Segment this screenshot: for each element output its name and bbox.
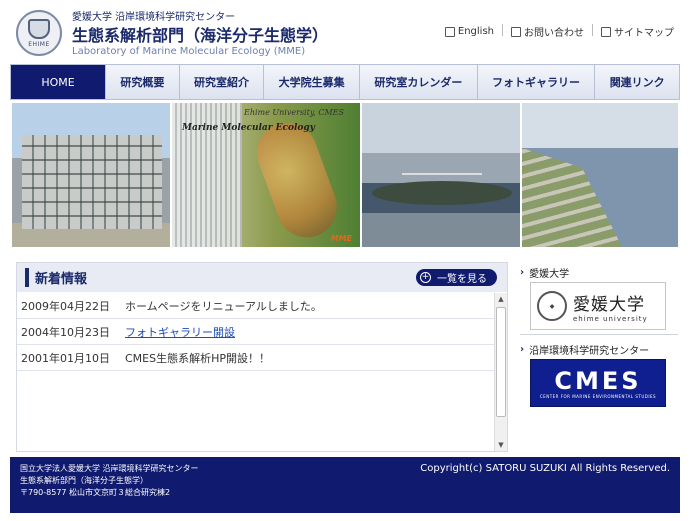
ehime-logo-en: ehime university <box>573 314 648 323</box>
cmes-subtitle: CENTER FOR MARINE ENVIRONMENTAL STUDIES <box>539 393 657 399</box>
news-date: 2001年01月10日 <box>21 351 110 365</box>
ehime-logo-jp: 愛媛大学 <box>573 294 645 315</box>
dna-graphic <box>248 114 346 246</box>
logo-caption: EHIME <box>28 40 50 48</box>
news-date: 2004年10月23日 <box>21 325 110 339</box>
scroll-thumb[interactable] <box>496 307 506 417</box>
sitemap-link[interactable]: サイトマップ <box>601 24 674 39</box>
footer-line: 生態系解析部門（海洋分子生態学） <box>20 476 148 485</box>
department-title[interactable]: 生態系解析部門（海洋分子生態学） <box>72 22 328 46</box>
news-text: ホームページをリニューアルしました。 <box>125 299 322 313</box>
plus-circle-icon: + <box>420 272 431 283</box>
nav-photo-gallery[interactable]: フォトギャラリー <box>478 65 596 99</box>
scroll-up-arrow-icon[interactable]: ▲ <box>495 293 507 305</box>
list-item: 2004年10月23日 フォトギャラリー開設 <box>17 319 495 345</box>
contact-link-label: お問い合わせ <box>524 28 584 39</box>
list-item: 2001年01月10日 CMES生態系解析HP開設！！ <box>17 345 495 371</box>
english-link-label: English <box>457 26 494 37</box>
english-link[interactable]: English <box>444 24 494 39</box>
divider <box>520 334 678 335</box>
divider <box>502 24 503 36</box>
footer-address: 国立大学法人愛媛大学 沿岸環境科学研究センター 生態系解析部門（海洋分子生態学）… <box>20 463 199 499</box>
chevron-right-icon: › <box>520 343 525 355</box>
banner-photo-bridge <box>362 103 520 247</box>
footer-line: 〒790-8577 松山市文京町３総合研究棟2 <box>20 488 171 497</box>
ehime-university-banner[interactable]: ◆ 愛媛大学 ehime university <box>530 282 666 330</box>
nav-home[interactable]: HOME <box>11 65 106 99</box>
university-seal-logo[interactable]: EHIME <box>16 10 62 56</box>
side-label-cmes-text: 沿岸環境科学研究センター <box>529 345 650 357</box>
chevron-right-icon: › <box>520 266 525 278</box>
news-title: 新着情報 <box>25 268 87 287</box>
news-panel: 新着情報 + 一覧を見る 2009年04月22日 ホームページをリニューアルしま… <box>16 262 508 452</box>
cmes-banner[interactable]: CMES CENTER FOR MARINE ENVIRONMENTAL STU… <box>530 359 666 407</box>
news-text: CMES生態系解析HP開設！！ <box>125 351 271 365</box>
page-icon <box>444 26 455 37</box>
news-link[interactable]: フォトギャラリー開設 <box>125 324 235 340</box>
side-label-ehime: › 愛媛大学 <box>520 262 678 282</box>
nav-lab-intro[interactable]: 研究室紹介 <box>180 65 265 99</box>
side-links: › 愛媛大学 ◆ 愛媛大学 ehime university › 沿岸環境科学研… <box>520 262 678 407</box>
nav-research-overview[interactable]: 研究概要 <box>106 65 180 99</box>
mail-icon <box>511 26 521 37</box>
organization-name: 愛媛大学 沿岸環境科学研究センター <box>72 12 236 23</box>
side-label-ehime-text: 愛媛大学 <box>529 268 570 280</box>
site-header: EHIME 愛媛大学 沿岸環境科学研究センター 生態系解析部門（海洋分子生態学）… <box>0 0 690 64</box>
footer-line: 国立大学法人愛媛大学 沿岸環境科学研究センター <box>20 464 199 473</box>
utility-links: English お問い合わせ サイトマップ <box>444 24 674 39</box>
contact-link[interactable]: お問い合わせ <box>511 24 584 39</box>
divider <box>592 24 593 36</box>
page: EHIME 愛媛大学 沿岸環境科学研究センター 生態系解析部門（海洋分子生態学）… <box>0 0 690 521</box>
crest-icon <box>28 18 50 39</box>
news-more-label: 一覧を見る <box>437 274 487 285</box>
banner-photo-building <box>12 103 170 247</box>
hero-banner: Ehime University, CMES Marine Molecular … <box>12 103 678 247</box>
cmes-logo: CMES <box>554 366 642 395</box>
nav-related-links[interactable]: 関連リンク <box>595 65 679 99</box>
sitemap-link-label: サイトマップ <box>614 28 674 39</box>
banner-photo-molecular: Ehime University, CMES Marine Molecular … <box>172 103 360 247</box>
site-footer: 国立大学法人愛媛大学 沿岸環境科学研究センター 生態系解析部門（海洋分子生態学）… <box>10 457 680 513</box>
news-scrollbar[interactable]: ▲ ▼ <box>494 293 507 451</box>
banner-caption-univ: Ehime University, CMES <box>244 108 344 117</box>
banner-caption-mark: MME <box>330 234 352 243</box>
lab-english-name: Laboratory of Marine Molecular Ecology (… <box>72 46 306 57</box>
nav-grad-recruit[interactable]: 大学院生募集 <box>264 65 361 99</box>
banner-caption-title: Marine Molecular Ecology <box>182 123 315 133</box>
main-nav: HOME 研究概要 研究室紹介 大学院生募集 研究室カレンダー フォトギャラリー… <box>10 64 680 100</box>
news-header: 新着情報 + 一覧を見る <box>17 263 507 293</box>
banner-photo-coast <box>522 103 678 247</box>
news-date: 2009年04月22日 <box>21 299 110 313</box>
news-more-button[interactable]: + 一覧を見る <box>416 269 497 286</box>
copyright: Copyright(c) SATORU SUZUKI All Rights Re… <box>420 463 670 474</box>
nav-lab-calendar[interactable]: 研究室カレンダー <box>360 65 478 99</box>
news-list: 2009年04月22日 ホームページをリニューアルしました。 2004年10月2… <box>17 293 495 371</box>
university-seal-icon: ◆ <box>537 291 567 321</box>
scroll-down-arrow-icon[interactable]: ▼ <box>495 439 507 451</box>
sitemap-icon <box>601 26 611 37</box>
list-item: 2009年04月22日 ホームページをリニューアルしました。 <box>17 293 495 319</box>
side-label-cmes: › 沿岸環境科学研究センター <box>520 339 678 359</box>
